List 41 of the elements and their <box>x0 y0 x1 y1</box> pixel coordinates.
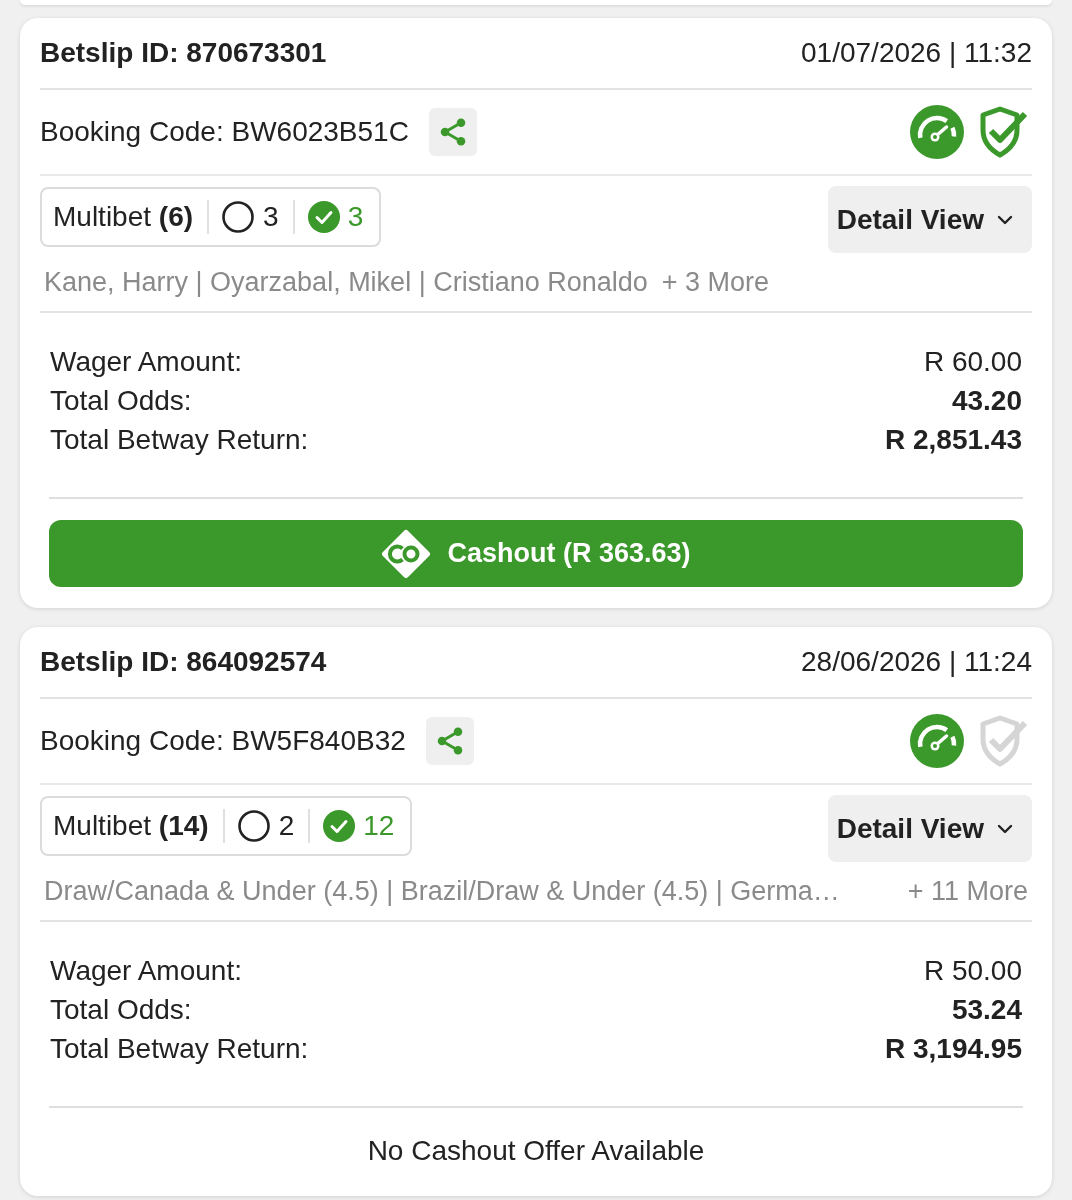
ring-badge-icon <box>381 528 432 579</box>
selections-text: Draw/Canada & Under (4.5) | Brazil/Draw & Under (4.5) | Germa… <box>44 876 840 906</box>
open-circle-icon <box>222 201 255 233</box>
bet-date-time: 28/06/2026 | 11:24 <box>801 646 1032 678</box>
bet-type-label: Multibet (6) <box>53 201 194 233</box>
cashout-button[interactable]: Cashout (R 363.63) <box>49 520 1023 587</box>
summary-value: R 2,851.43 <box>885 423 1022 457</box>
open-circle-icon <box>237 810 270 842</box>
summary-label: Total Betway Return: <box>50 1032 309 1066</box>
open-count: 3 <box>263 201 279 233</box>
more-selections-link[interactable]: + 11 More <box>907 876 1028 906</box>
summary-value: 53.24 <box>951 993 1022 1027</box>
betslip-id: Betslip ID: 864092574 <box>40 646 327 678</box>
share-button[interactable] <box>428 108 477 156</box>
summary-value: 43.20 <box>951 384 1022 418</box>
booking-code: Booking Code: BW5F840B32 <box>40 725 406 757</box>
booking-code: Booking Code: BW6023B51C <box>40 116 409 148</box>
detail-view-button[interactable]: Detail View <box>827 795 1032 862</box>
no-cashout-notice: No Cashout Offer Available <box>367 1135 705 1166</box>
won-count: 3 <box>347 201 364 233</box>
summary-value: R 50.00 <box>923 954 1022 988</box>
check-circle-icon <box>323 810 356 842</box>
summary-label: Total Betway Return: <box>50 423 309 457</box>
summary-value: R 60.00 <box>923 345 1022 379</box>
bet-date-time: 01/07/2026 | 11:32 <box>801 37 1032 69</box>
bet-type-label: Multibet (14) <box>53 810 209 842</box>
gauge-icon <box>910 714 964 768</box>
selections-text: Kane, Harry | Oyarzabal, Mikel | Cristiano Ronaldo <box>44 267 648 297</box>
betslip-id: Betslip ID: 870673301 <box>40 37 327 69</box>
summary-label: Total Odds: <box>50 993 192 1027</box>
summary-value: R 3,194.95 <box>885 1032 1022 1066</box>
summary-label: Wager Amount: <box>50 954 242 988</box>
open-count: 2 <box>278 810 295 842</box>
share-button[interactable] <box>425 717 474 765</box>
detail-view-button[interactable]: Detail View <box>827 186 1032 253</box>
check-circle-icon <box>307 201 340 233</box>
more-selections-link[interactable]: + 3 More <box>661 267 770 297</box>
summary-label: Total Odds: <box>50 384 192 418</box>
won-count: 12 <box>363 810 395 842</box>
summary-label: Wager Amount: <box>50 345 242 379</box>
gauge-icon <box>910 105 964 159</box>
